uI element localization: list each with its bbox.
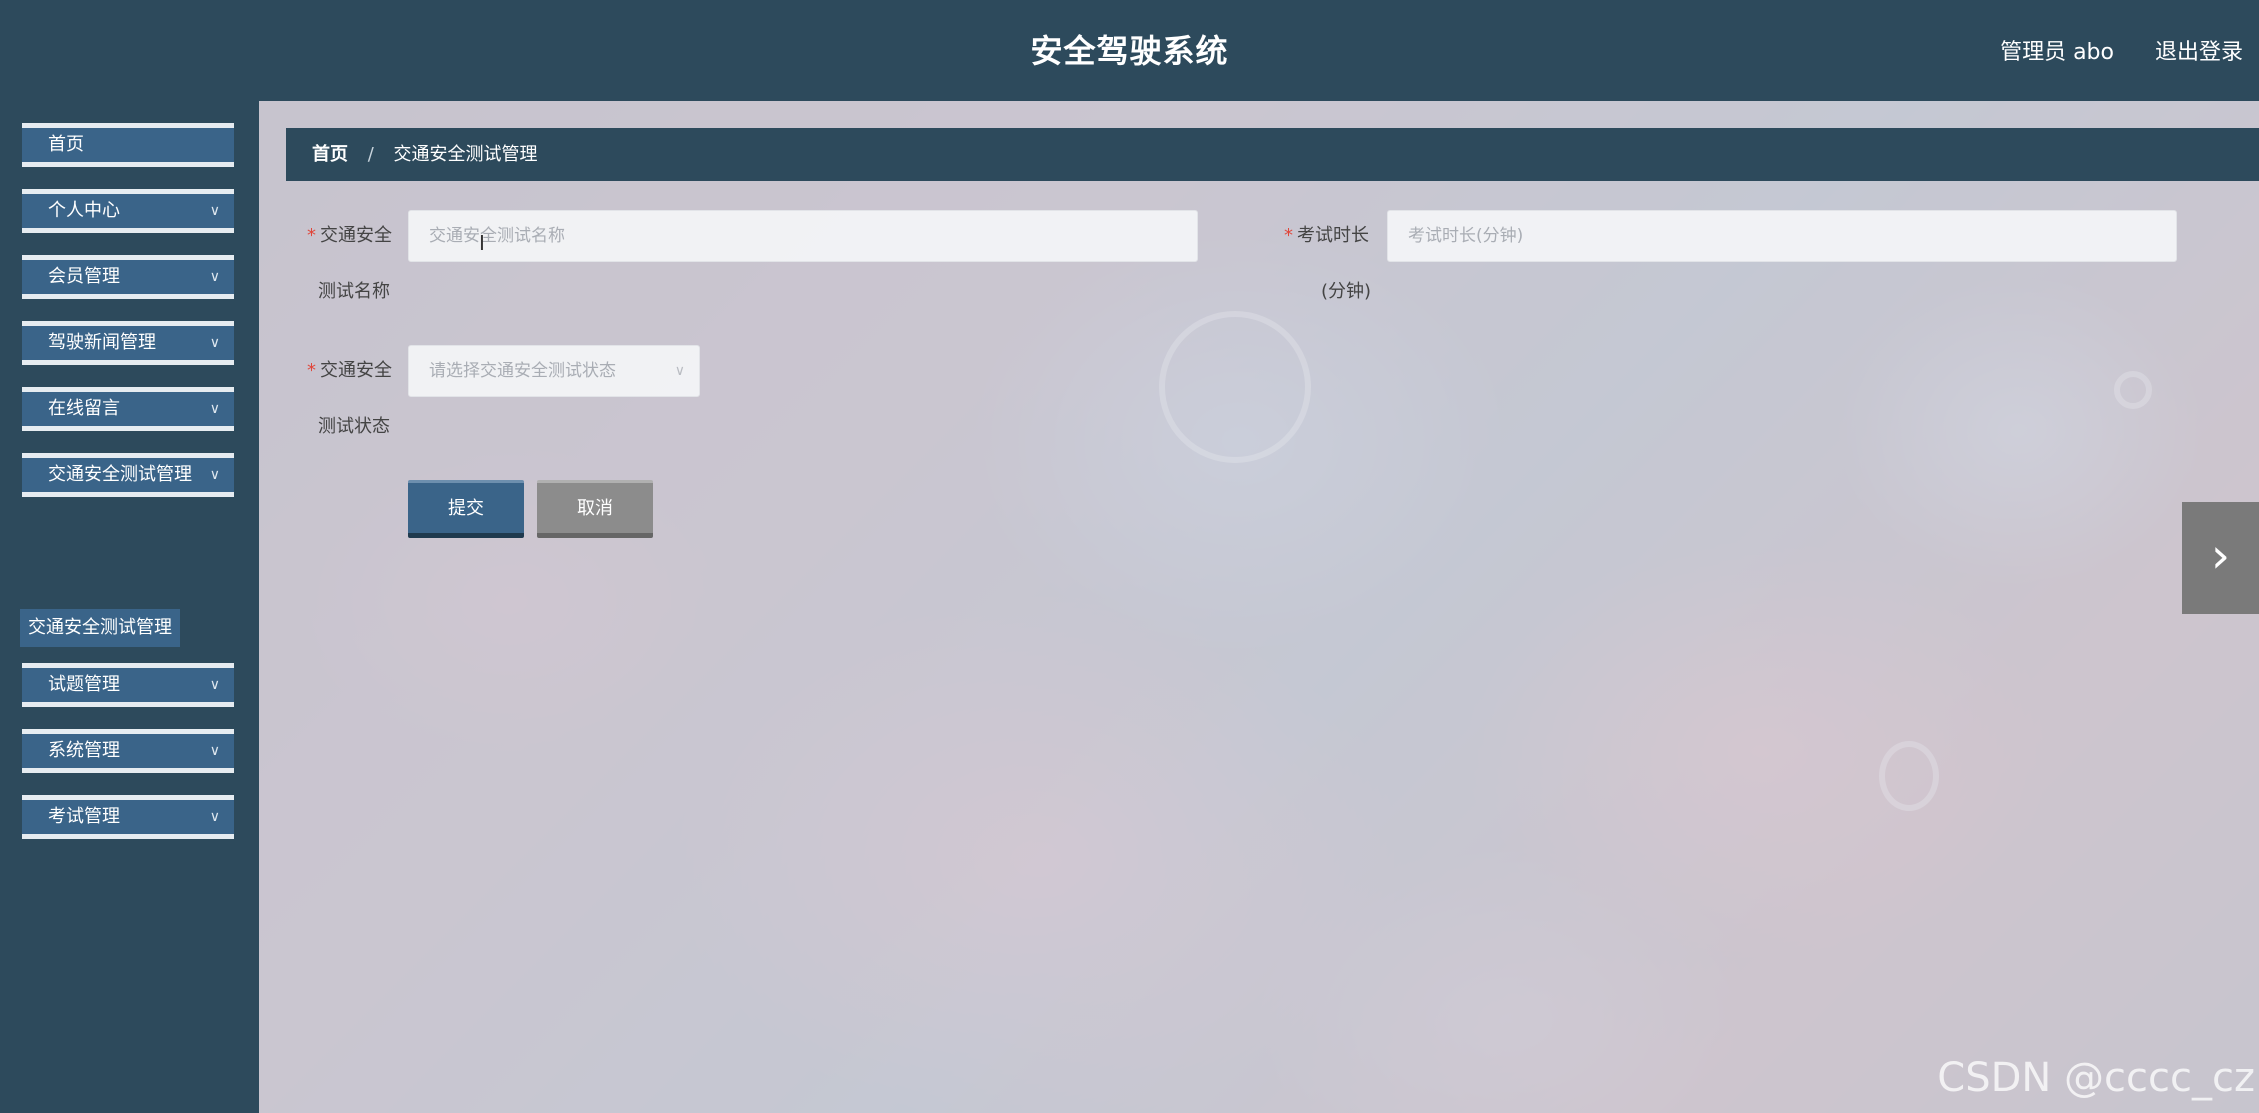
test-name-label-text: 交通安全 [320,225,392,246]
logout-link[interactable]: 退出登录 [2155,40,2243,65]
text-cursor-icon: I [479,231,485,255]
duration-label-2: (分钟) [1321,281,1372,302]
sidebar-item-label: 驾驶新闻管理 [48,332,156,353]
sidebar-item-safety-test-management[interactable]: 交通安全测试管理 ∨ [22,453,234,497]
chevron-down-icon: ∨ [209,203,220,219]
test-status-select[interactable]: 请选择交通安全测试状态 ∨ [408,345,700,397]
sidebar-item-member-management[interactable]: 会员管理 ∨ [22,255,234,299]
select-placeholder: 请选择交通安全测试状态 [429,361,616,381]
sidebar-item-label: 在线留言 [48,398,120,419]
sidebar-item-exam-management[interactable]: 考试管理 ∨ [22,795,234,839]
watermark: CSDN @cccc_cz [1937,1055,2255,1101]
chevron-down-icon: ∨ [209,743,220,759]
sidebar-menu: 首页 个人中心 ∨ 会员管理 ∨ 驾驶新闻管理 ∨ 在线留言 ∨ 交通安全测试管… [0,101,259,1113]
chevron-down-icon: ∨ [209,335,220,351]
breadcrumb-separator: / [367,144,374,165]
submit-button[interactable]: 提交 [408,480,524,538]
chevron-down-icon: ∨ [674,363,685,379]
required-mark: * [1284,225,1293,246]
duration-label-text: 考试时长 [1297,225,1369,246]
sidebar-item-label: 系统管理 [48,740,120,761]
test-name-input[interactable]: 交通安全测试名称 [408,210,1198,262]
sidebar-item-personal-center[interactable]: 个人中心 ∨ [22,189,234,233]
sidebar-item-label: 首页 [48,134,84,155]
duration-input[interactable]: 考试时长(分钟) [1387,210,2177,262]
sidebar-item-label: 考试管理 [48,806,120,827]
sidebar-subitem-safety-test-management[interactable]: 交通安全测试管理 [20,609,180,647]
sidebar-item-home[interactable]: 首页 [22,123,234,167]
chevron-down-icon: ∨ [209,467,220,483]
breadcrumb-current: 交通安全测试管理 [393,144,538,165]
duration-label: * 考试时长 [1277,223,1369,249]
sidebar-item-question-management[interactable]: 试题管理 ∨ [22,663,234,707]
sidebar-item-system-management[interactable]: 系统管理 ∨ [22,729,234,773]
current-user: 管理员 abo [2000,40,2114,65]
test-name-label-2: 测试名称 [318,281,390,302]
top-header: 安全驾驶系统 管理员 abo 退出登录 [0,0,2259,101]
required-mark: * [307,225,316,246]
sidebar-item-label: 试题管理 [48,674,120,695]
test-status-label-2: 测试状态 [318,416,390,437]
chevron-down-icon: ∨ [209,809,220,825]
sidebar-item-label: 交通安全测试管理 [48,464,192,485]
chevron-down-icon: ∨ [209,401,220,417]
breadcrumb: 首页 / 交通安全测试管理 [286,128,2259,181]
test-status-label: * 交通安全 [300,358,392,384]
required-mark: * [307,360,316,381]
user-area: 管理员 abo 退出登录 [1966,34,2243,66]
sidebar-item-news-management[interactable]: 驾驶新闻管理 ∨ [22,321,234,365]
chevron-right-icon[interactable]: › [2182,502,2259,614]
test-status-label-text: 交通安全 [320,360,392,381]
sidebar-item-label: 个人中心 [48,200,120,221]
main-content: 首页 / 交通安全测试管理 * 交通安全 测试名称 交通安全测试名称 I * 考试时… [259,101,2259,1113]
cancel-button[interactable]: 取消 [537,480,653,538]
test-name-label: * 交通安全 [300,223,392,249]
sidebar-item-label: 会员管理 [48,266,120,287]
chevron-down-icon: ∨ [209,677,220,693]
chevron-down-icon: ∨ [209,269,220,285]
sidebar-item-online-message[interactable]: 在线留言 ∨ [22,387,234,431]
breadcrumb-home[interactable]: 首页 [312,144,348,165]
app-title: 安全驾驶系统 [1030,32,1229,70]
